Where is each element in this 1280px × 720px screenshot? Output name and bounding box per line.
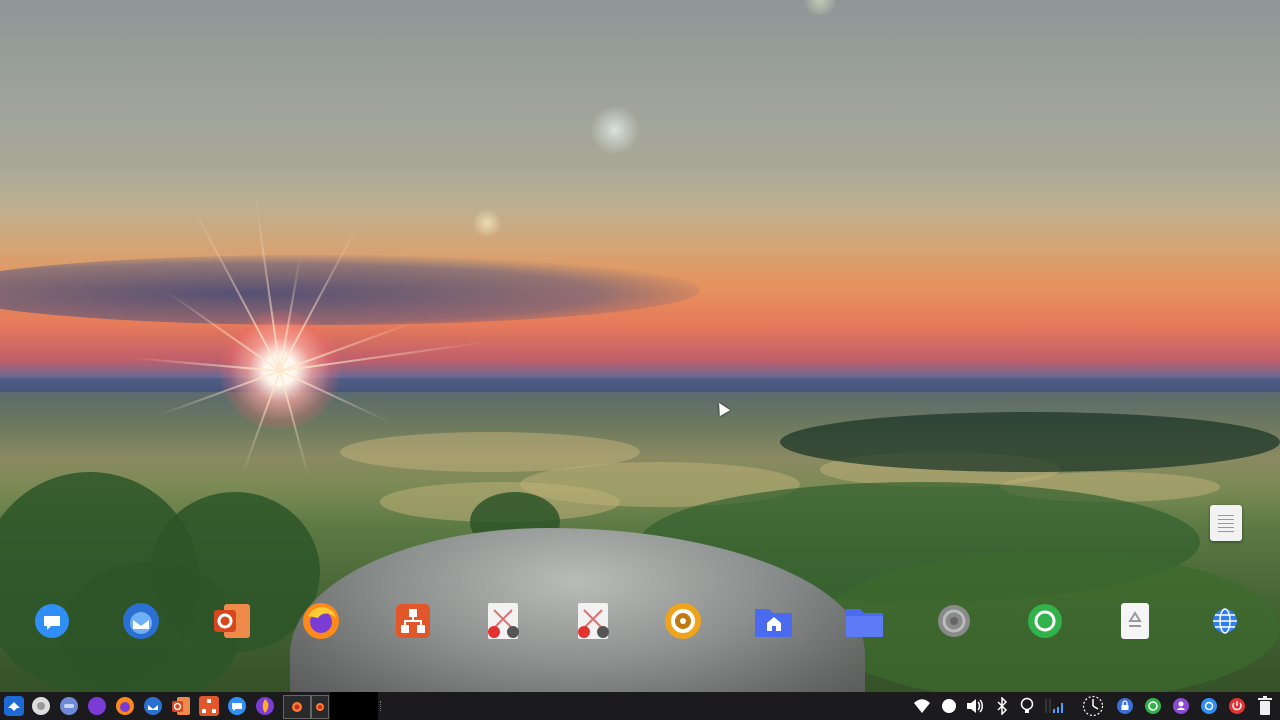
- firefox-icon[interactable]: [302, 602, 340, 640]
- purple-app-icon[interactable]: [87, 696, 107, 716]
- wifi-icon[interactable]: [913, 697, 931, 715]
- bluetooth-icon[interactable]: [993, 697, 1011, 715]
- firefox-dev-icon[interactable]: [255, 696, 275, 716]
- office-outlook-icon[interactable]: [212, 602, 250, 640]
- refresh-icon[interactable]: [1144, 697, 1162, 715]
- text-file-icon[interactable]: [1210, 505, 1242, 541]
- clock-icon[interactable]: [1082, 695, 1104, 717]
- desktop-wallpaper: [0, 0, 1280, 692]
- power-icon[interactable]: [1228, 697, 1246, 715]
- network-share-icon[interactable]: [199, 696, 219, 716]
- taskbar-separator: [380, 701, 383, 711]
- system-monitor-icon[interactable]: [1043, 697, 1067, 715]
- switch-user-icon[interactable]: [1172, 697, 1190, 715]
- folder-icon[interactable]: [845, 602, 883, 640]
- taskbar-active-window[interactable]: [330, 692, 378, 720]
- window-preview-firefox-2[interactable]: [311, 695, 329, 719]
- messaging-icon[interactable]: [227, 696, 247, 716]
- chat-app-icon[interactable]: [59, 696, 79, 716]
- broken-app-icon-2[interactable]: [574, 602, 612, 640]
- firefox-icon[interactable]: [115, 696, 135, 716]
- taskbar: [0, 692, 1280, 720]
- lightbulb-icon[interactable]: [1018, 697, 1036, 715]
- wallpaper-cloud: [0, 255, 700, 325]
- window-preview-firefox[interactable]: [283, 695, 311, 719]
- network-share-icon[interactable]: [394, 602, 432, 640]
- thunderbird-mail-icon[interactable]: [122, 602, 160, 640]
- recycle-bin-icon[interactable]: [1116, 602, 1154, 640]
- wallpaper-lens-flare: [472, 208, 502, 238]
- volume-icon[interactable]: [966, 697, 984, 715]
- settings-icon[interactable]: [1200, 697, 1218, 715]
- broken-app-icon[interactable]: [484, 602, 522, 640]
- home-folder-icon[interactable]: [754, 602, 792, 640]
- lock-icon[interactable]: [1116, 697, 1134, 715]
- media-disc-icon[interactable]: [664, 602, 702, 640]
- circle-app-icon[interactable]: [1026, 602, 1064, 640]
- camera-shutter-icon[interactable]: [935, 602, 973, 640]
- start-menu-icon[interactable]: [4, 696, 24, 716]
- web-globe-icon[interactable]: [1206, 602, 1244, 640]
- wallpaper-lens-flare: [590, 105, 640, 155]
- thunderbird-icon[interactable]: [143, 696, 163, 716]
- notification-bubble-icon[interactable]: [940, 697, 958, 715]
- wallpaper-lens-flare: [800, 0, 840, 15]
- messaging-app-icon[interactable]: [33, 602, 71, 640]
- outlook-icon[interactable]: [171, 696, 191, 716]
- trash-icon[interactable]: [1256, 696, 1274, 715]
- chrome-icon[interactable]: [31, 696, 51, 716]
